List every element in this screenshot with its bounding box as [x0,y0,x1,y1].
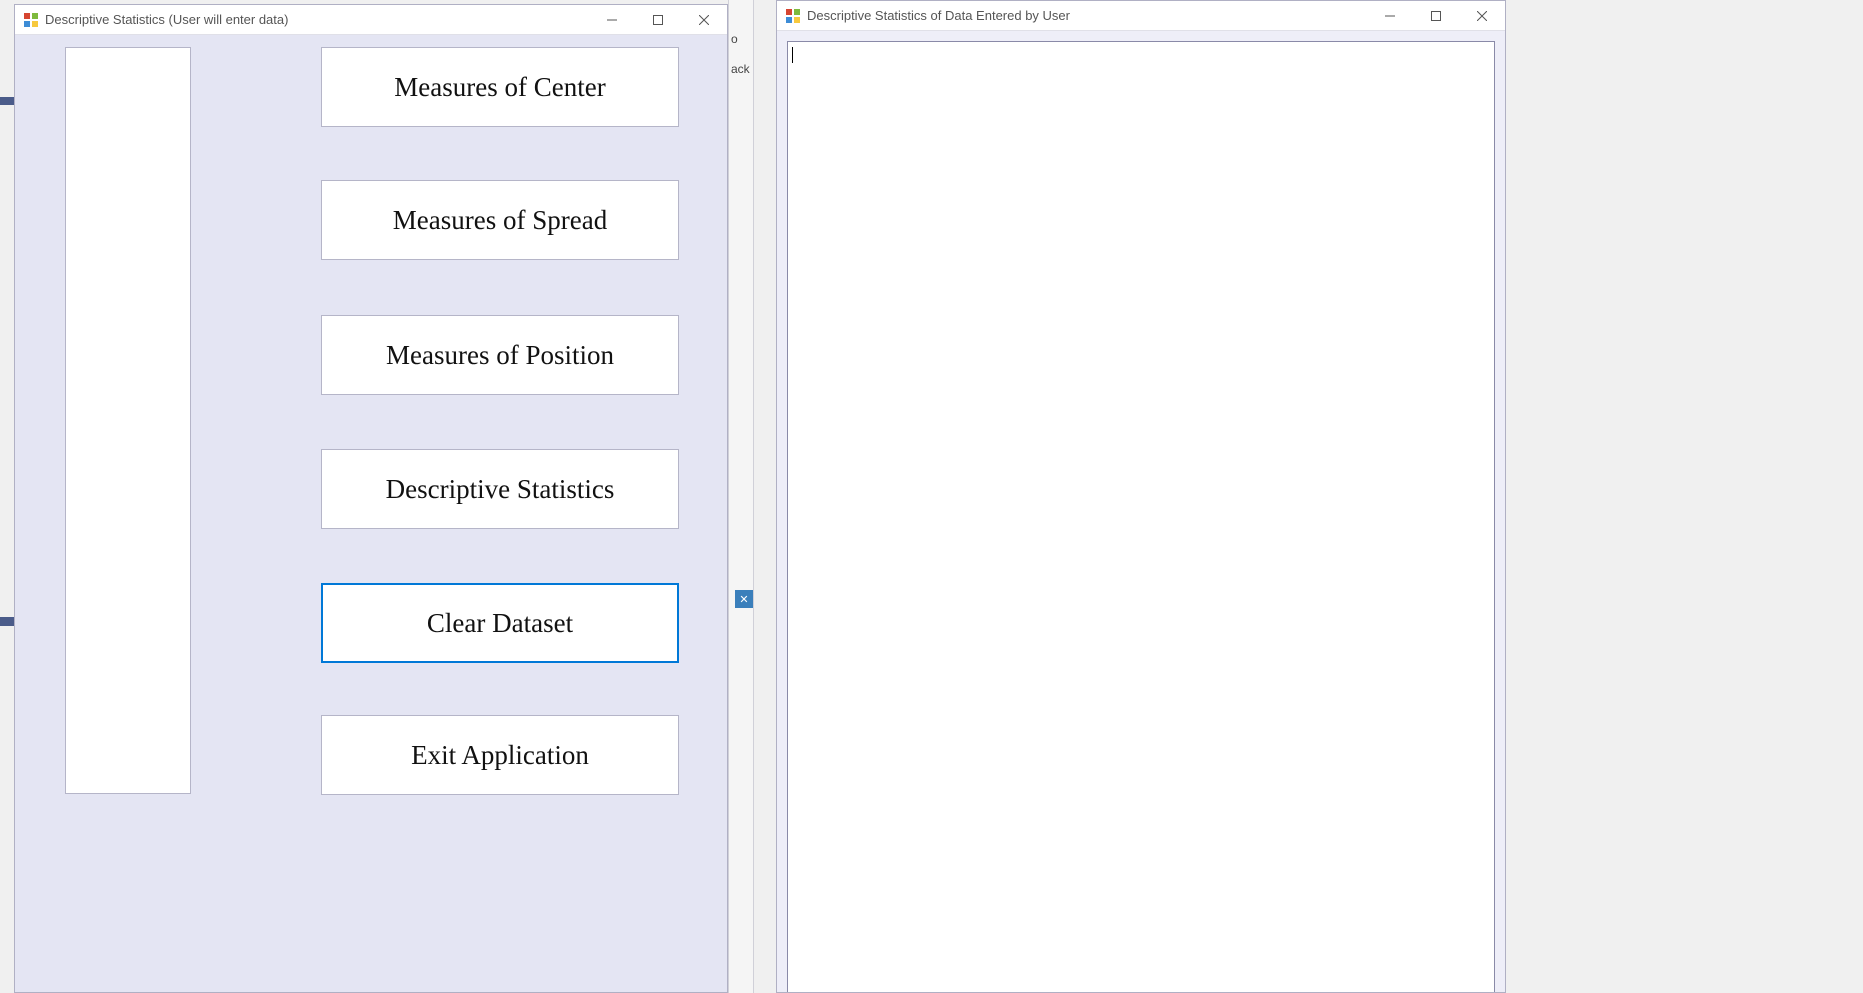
ide-background-fragment [0,97,14,105]
window-title-left: Descriptive Statistics (User will enter … [45,12,288,27]
maximize-button[interactable] [1413,1,1459,30]
gutter-text-fragment: o [731,32,738,46]
close-button[interactable] [1459,1,1505,30]
output-textarea[interactable] [787,41,1495,992]
clear-dataset-button[interactable]: Clear Dataset [321,583,679,663]
ide-background-gutter: o ack ✕ [728,0,754,993]
app-icon [785,8,801,24]
text-caret [792,47,793,63]
minimize-button[interactable] [1367,1,1413,30]
ide-background-fragment [0,617,14,626]
client-area-left: Measures of Center Measures of Spread Me… [15,35,727,992]
data-listbox[interactable] [65,47,191,794]
maximize-button[interactable] [635,5,681,34]
window-controls-left [589,5,727,34]
titlebar-right: Descriptive Statistics of Data Entered b… [777,1,1505,31]
descriptive-statistics-button[interactable]: Descriptive Statistics [321,449,679,529]
minimize-button[interactable] [589,5,635,34]
window-descriptive-stats-input: Descriptive Statistics (User will enter … [14,4,728,993]
measures-of-spread-button[interactable]: Measures of Spread [321,180,679,260]
ide-close-tab-icon: ✕ [735,590,753,608]
window-controls-right [1367,1,1505,30]
window-descriptive-stats-output: Descriptive Statistics of Data Entered b… [776,0,1506,993]
measures-of-center-button[interactable]: Measures of Center [321,47,679,127]
measures-of-position-button[interactable]: Measures of Position [321,315,679,395]
gutter-text-fragment: ack [731,62,750,76]
titlebar-left: Descriptive Statistics (User will enter … [15,5,727,35]
app-icon [23,12,39,28]
client-area-right [777,31,1505,992]
window-title-right: Descriptive Statistics of Data Entered b… [807,8,1070,23]
exit-application-button[interactable]: Exit Application [321,715,679,795]
close-button[interactable] [681,5,727,34]
